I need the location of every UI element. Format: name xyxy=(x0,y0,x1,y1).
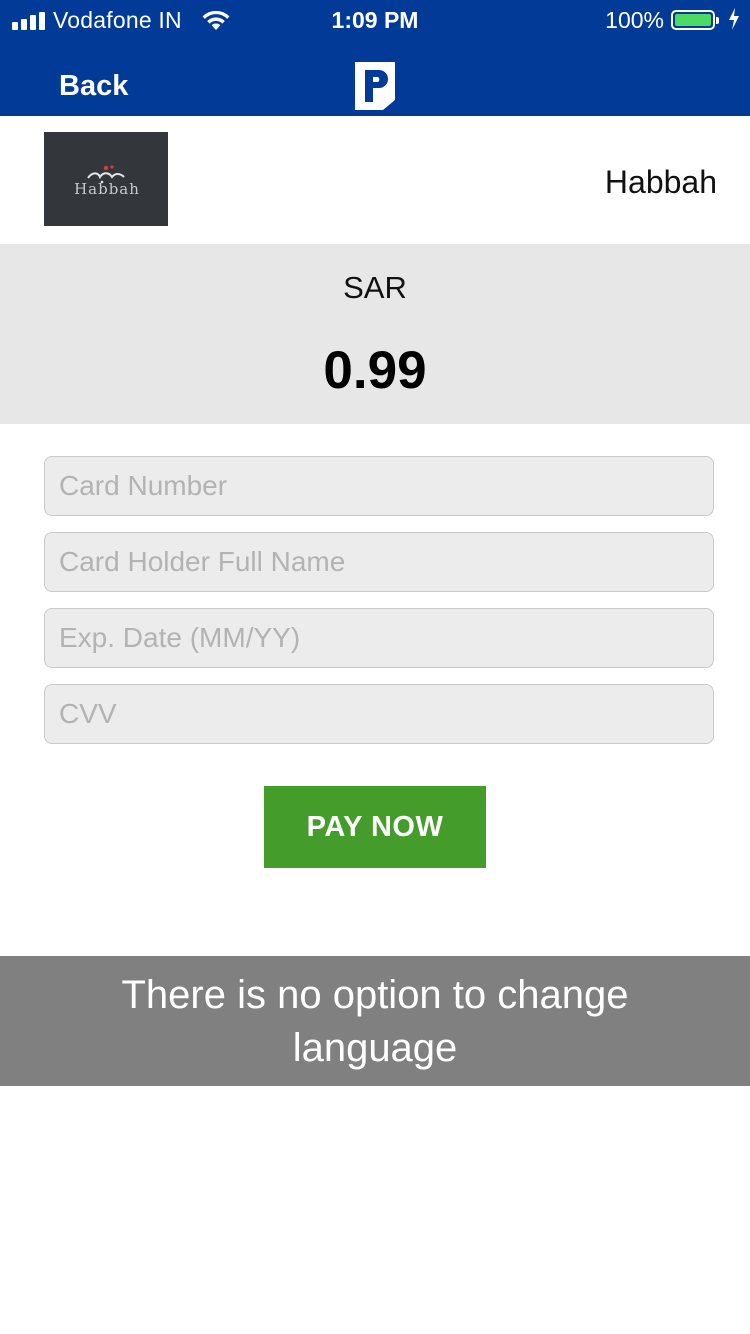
status-bar: Vodafone IN 1:09 PM 100% xyxy=(0,0,750,40)
toast-message: There is no option to change language xyxy=(0,956,750,1086)
pay-now-button[interactable]: PAY NOW xyxy=(264,786,486,868)
header-bar: Vodafone IN 1:09 PM 100% Back xyxy=(0,0,750,116)
amount-panel: SAR 0.99 xyxy=(0,244,750,424)
card-holder-name-input[interactable] xyxy=(44,532,714,592)
charging-bolt-icon xyxy=(729,8,739,30)
back-button[interactable]: Back xyxy=(59,70,128,103)
merchant-logo-text: Habbah xyxy=(74,180,140,198)
merchant-name: Habbah xyxy=(604,164,717,200)
cvv-input[interactable] xyxy=(44,684,714,744)
merchant-logo: Habbah xyxy=(44,132,168,226)
exp-date-input[interactable] xyxy=(44,608,714,668)
battery-percent: 100% xyxy=(605,7,664,33)
amount-value: 0.99 xyxy=(323,341,427,400)
p-brand-logo-icon xyxy=(355,62,395,110)
card-number-input[interactable] xyxy=(44,456,714,516)
merchant-row: Habbah Habbah xyxy=(0,116,750,244)
battery-icon xyxy=(671,10,719,30)
currency-label: SAR xyxy=(343,270,407,305)
